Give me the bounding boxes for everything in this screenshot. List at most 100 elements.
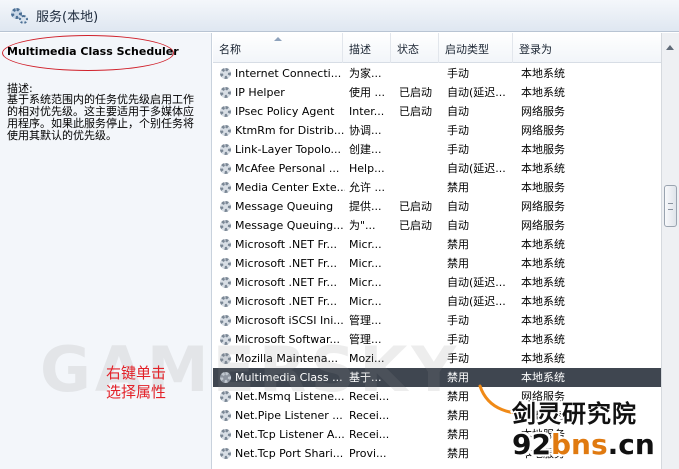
column-header-log-on-as[interactable]: 登录为 bbox=[513, 33, 661, 63]
service-startup-type-cell: 禁用 bbox=[447, 181, 469, 194]
service-description-cell: Micr... bbox=[349, 238, 382, 251]
service-logon-cell: 本地系统 bbox=[521, 314, 565, 327]
service-gear-icon bbox=[220, 315, 231, 326]
service-startup-type-cell: 自动(延迟... bbox=[447, 162, 506, 175]
table-row[interactable]: Media Center Exte... 允许 ... 禁用 本地服务 bbox=[213, 178, 661, 197]
service-description-cell: Micr... bbox=[349, 257, 382, 270]
service-logon-cell: 本地服务 bbox=[521, 143, 565, 156]
service-name-cell: Net.Tcp Listener A... bbox=[235, 428, 345, 441]
table-row[interactable]: KtmRm for Distrib... 协调... 手动 网络服务 bbox=[213, 121, 661, 140]
service-name-cell: Message Queuing bbox=[235, 200, 334, 213]
service-status-cell bbox=[399, 235, 445, 254]
service-gear-icon bbox=[220, 125, 231, 136]
vertical-scrollbar[interactable] bbox=[661, 33, 679, 469]
service-status-cell bbox=[399, 121, 445, 140]
service-startup-type-cell: 自动 bbox=[447, 219, 469, 232]
column-header-status[interactable]: 状态 bbox=[391, 33, 439, 63]
service-status-cell: 已启动 bbox=[399, 200, 432, 213]
service-startup-type-cell: 手动 bbox=[447, 124, 469, 137]
service-status-cell: 已启动 bbox=[399, 86, 432, 99]
column-header-name[interactable]: 名称 bbox=[213, 33, 343, 63]
column-header-description[interactable]: 描述 bbox=[343, 33, 391, 63]
service-description-cell: Help... bbox=[349, 162, 385, 175]
service-gear-icon bbox=[220, 144, 231, 155]
list-header: 名称 描述 状态 启动类型 登录为 bbox=[213, 33, 661, 63]
service-description-cell: 协调... bbox=[349, 124, 382, 137]
table-row[interactable]: Microsoft .NET Fr... Micr... 自动(延迟... 本地系统 bbox=[213, 273, 661, 292]
service-startup-type-cell: 禁用 bbox=[447, 447, 469, 460]
service-logon-cell: 本地系统 bbox=[521, 257, 565, 270]
service-gear-icon bbox=[220, 201, 231, 212]
service-name: Multimedia Class Scheduler bbox=[7, 45, 179, 58]
service-logon-cell: 本地系统 bbox=[521, 238, 565, 251]
table-row[interactable]: IPsec Policy Agent Inter... 已启动 自动 网络服务 bbox=[213, 102, 661, 121]
service-logon-cell: 本地服务 bbox=[521, 181, 565, 194]
site-logo: 剑灵研究院 bbox=[512, 400, 637, 428]
service-startup-type-cell: 手动 bbox=[447, 67, 469, 80]
service-gear-icon bbox=[220, 239, 231, 250]
service-gear-icon bbox=[220, 448, 231, 459]
service-startup-type-cell: 禁用 bbox=[447, 238, 469, 251]
service-gear-icon bbox=[220, 182, 231, 193]
service-name-cell: Net.Pipe Listener ... bbox=[235, 409, 343, 422]
table-row[interactable]: Message Queuing 提供... 已启动 自动 网络服务 bbox=[213, 197, 661, 216]
service-startup-type-cell: 自动(延迟... bbox=[447, 276, 506, 289]
service-gear-icon bbox=[220, 163, 231, 174]
service-gear-icon bbox=[220, 87, 231, 98]
service-logon-cell: 本地系统 bbox=[521, 67, 565, 80]
table-row[interactable]: McAfee Personal ... Help... 自动(延迟... 本地系统 bbox=[213, 159, 661, 178]
table-row[interactable]: IP Helper 使用 ... 已启动 自动(延迟... 本地系统 bbox=[213, 83, 661, 102]
service-status-cell bbox=[399, 140, 445, 159]
service-name-cell: KtmRm for Distrib... bbox=[235, 124, 345, 137]
table-row[interactable]: Microsoft iSCSI Ini... 管理... 手动 本地系统 bbox=[213, 311, 661, 330]
service-logon-cell: 本地系统 bbox=[521, 162, 565, 175]
table-row[interactable]: Microsoft .NET Fr... Micr... 自动(延迟... 本地系统 bbox=[213, 292, 661, 311]
service-description-cell: 管理... bbox=[349, 314, 382, 327]
service-description-cell: 允许 ... bbox=[349, 181, 385, 194]
service-status-cell bbox=[399, 178, 445, 197]
service-name-cell: Microsoft .NET Fr... bbox=[235, 295, 337, 308]
service-status-cell bbox=[399, 311, 445, 330]
sort-ascending-icon bbox=[274, 37, 282, 41]
watermark: GAMERSKY bbox=[40, 333, 461, 406]
service-name-cell: Message Queuing... bbox=[235, 219, 344, 232]
service-name-cell: Microsoft iSCSI Ini... bbox=[235, 314, 344, 327]
service-name-cell: Media Center Exte... bbox=[235, 181, 345, 194]
table-row[interactable]: Microsoft .NET Fr... Micr... 禁用 本地系统 bbox=[213, 235, 661, 254]
service-description-cell: 提供... bbox=[349, 200, 382, 213]
scrollbar-thumb[interactable] bbox=[664, 185, 677, 227]
service-logon-cell: 本地系统 bbox=[521, 333, 565, 346]
service-name-cell: Internet Connecti... bbox=[235, 67, 342, 80]
service-status-cell: 已启动 bbox=[399, 105, 432, 118]
annotation-line-1: 右键单击 bbox=[106, 364, 167, 382]
service-status-cell bbox=[399, 292, 445, 311]
service-name-cell: Link-Layer Topolo... bbox=[235, 143, 342, 156]
service-description-cell: 创建... bbox=[349, 143, 382, 156]
service-status-cell bbox=[399, 254, 445, 273]
service-gear-icon bbox=[220, 220, 231, 231]
service-startup-type-cell: 自动(延迟... bbox=[447, 295, 506, 308]
table-row[interactable]: Link-Layer Topolo... 创建... 手动 本地服务 bbox=[213, 140, 661, 159]
service-startup-type-cell: 手动 bbox=[447, 143, 469, 156]
service-name-cell: Microsoft .NET Fr... bbox=[235, 238, 337, 251]
table-row[interactable]: Message Queuing... 为"... 已启动 自动 网络服务 bbox=[213, 216, 661, 235]
service-gear-icon bbox=[220, 106, 231, 117]
column-header-startup-type[interactable]: 启动类型 bbox=[439, 33, 513, 63]
service-description-cell: 使用 ... bbox=[349, 86, 385, 99]
service-description-cell: Recei... bbox=[349, 428, 390, 441]
service-gear-icon bbox=[220, 258, 231, 269]
service-description-cell: Recei... bbox=[349, 409, 390, 422]
service-gear-icon bbox=[220, 68, 231, 79]
service-logon-cell: 本地系统 bbox=[521, 352, 565, 365]
service-name-cell: Microsoft .NET Fr... bbox=[235, 257, 337, 270]
services-gear-icon bbox=[10, 7, 28, 25]
table-row[interactable]: Internet Connecti... 为家... 手动 本地系统 bbox=[213, 64, 661, 83]
service-status-cell bbox=[399, 444, 445, 463]
service-status-cell bbox=[399, 273, 445, 292]
service-logon-cell: 网络服务 bbox=[521, 219, 565, 232]
service-description-cell: Provi... bbox=[349, 447, 387, 460]
service-name-cell: Microsoft .NET Fr... bbox=[235, 276, 337, 289]
table-row[interactable]: Microsoft .NET Fr... Micr... 禁用 本地系统 bbox=[213, 254, 661, 273]
scroll-up-arrow-icon[interactable] bbox=[666, 45, 674, 50]
service-status-cell: 已启动 bbox=[399, 219, 432, 232]
